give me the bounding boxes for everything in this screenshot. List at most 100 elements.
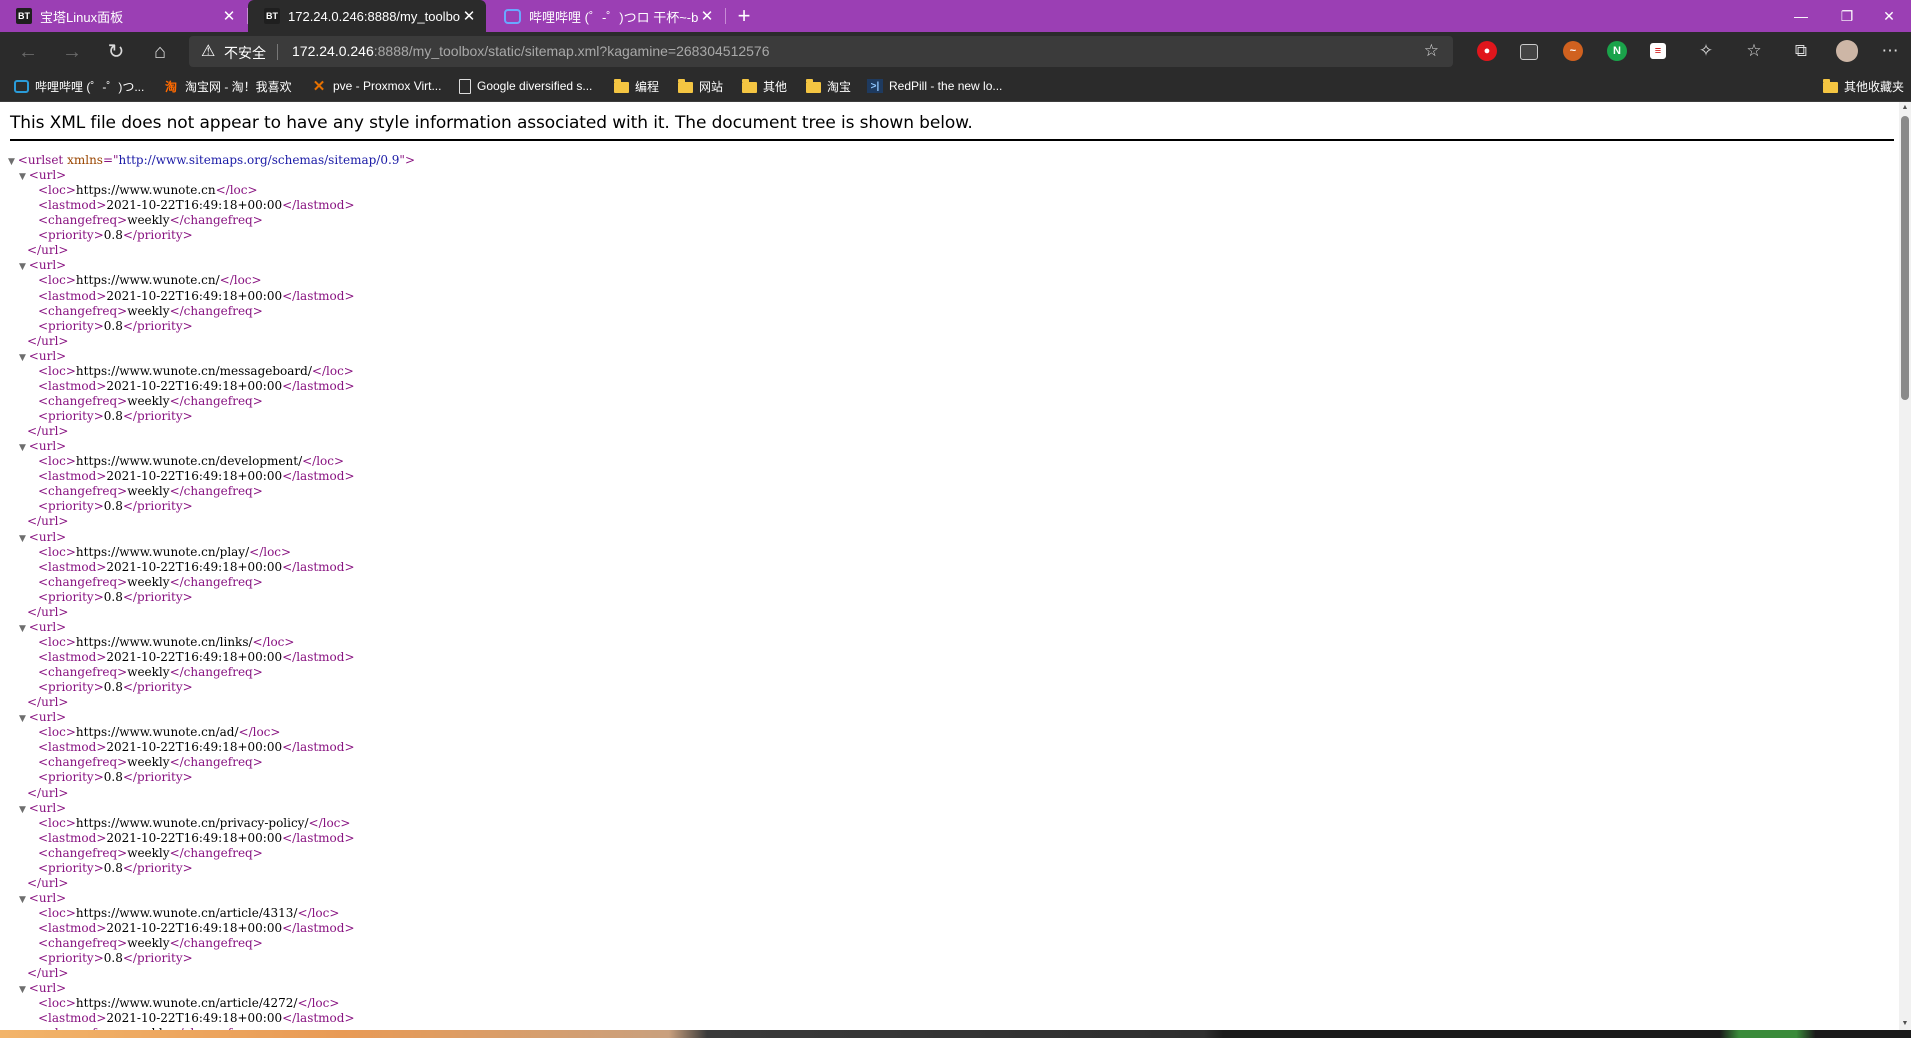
maximize-button[interactable]: ❐ — [1824, 0, 1870, 32]
expand-triangle-icon[interactable]: ▼ — [19, 805, 29, 815]
expand-triangle-icon[interactable]: ▼ — [19, 985, 29, 995]
bookmark-label: Google diversified s... — [477, 79, 593, 93]
xml-tag: </url> — [27, 514, 69, 529]
xml-lastmod-line: <lastmod>2021-10-22T16:49:18+00:00</last… — [38, 740, 355, 755]
xml-tag: <url> — [28, 348, 67, 363]
extension-icon[interactable]: ~ — [1563, 41, 1583, 61]
collections-icon[interactable]: ⧉ — [1789, 39, 1813, 63]
extensions-icon[interactable]: ✧ — [1694, 39, 1718, 63]
bookmark-folder-other[interactable]: 其他 — [741, 71, 787, 101]
extension-icon[interactable] — [1520, 44, 1538, 60]
warning-icon[interactable]: ⚠ — [201, 41, 215, 61]
bilibili-icon — [504, 8, 521, 24]
close-icon[interactable]: ✕ — [698, 7, 716, 25]
address-bar[interactable]: ⚠ 不安全 172.24.0.246:8888/my_toolbox/stati… — [189, 36, 1453, 67]
xml-changefreq-line: <changefreq>weekly</changefreq> — [38, 846, 263, 861]
vertical-scrollbar[interactable]: ▲ ▼ — [1899, 102, 1911, 1030]
minimize-button[interactable]: — — [1778, 0, 1824, 32]
back-button[interactable]: ← — [14, 38, 42, 66]
expand-triangle-icon[interactable]: ▼ — [8, 157, 18, 167]
bookmark-google[interactable]: Google diversified s... — [459, 71, 592, 101]
other-bookmarks[interactable]: 其他收藏夹 — [1822, 71, 1904, 101]
xml-loc-line: <loc>https://www.wunote.cn/article/4313/… — [38, 906, 339, 921]
new-tab-button[interactable]: + — [731, 3, 757, 29]
security-label[interactable]: 不安全 — [224, 43, 266, 63]
xml-url-open: ▼ <url> — [19, 801, 66, 816]
extension-icon[interactable]: ≡ — [1650, 43, 1666, 59]
xml-priority-value: 0.8 — [103, 860, 123, 875]
expand-triangle-icon[interactable]: ▼ — [19, 714, 29, 724]
profile-avatar[interactable] — [1836, 40, 1858, 62]
xml-tag: <loc> — [38, 996, 76, 1011]
xml-tag: </lastmod> — [282, 288, 355, 303]
expand-triangle-icon[interactable]: ▼ — [19, 443, 29, 453]
xml-loc-value: https://www.wunote.cn/article/4272/ — [75, 996, 298, 1011]
bookmark-folder-programming[interactable]: 编程 — [613, 71, 659, 101]
bt-icon: BT — [264, 8, 280, 24]
xml-lastmod-value: 2021-10-22T16:49:18+00:00 — [106, 740, 283, 755]
tab-baota-panel[interactable]: BT 宝塔Linux面板 ✕ — [0, 0, 246, 32]
xml-loc-line: <loc>https://www.wunote.cn/links/</loc> — [38, 635, 294, 650]
xml-tag: <lastmod> — [38, 378, 107, 393]
bookmark-redpill[interactable]: >| RedPill - the new lo... — [867, 71, 1002, 101]
xml-tag: <loc> — [38, 815, 76, 830]
add-favorite-icon[interactable]: ☆ — [1424, 41, 1439, 61]
xml-lastmod-value: 2021-10-22T16:49:18+00:00 — [106, 559, 283, 574]
bookmark-folder-taobao[interactable]: 淘宝 — [805, 71, 851, 101]
expand-triangle-icon[interactable]: ▼ — [19, 353, 29, 363]
xml-tag: </url> — [27, 604, 69, 619]
expand-triangle-icon[interactable]: ▼ — [19, 624, 29, 634]
xml-changefreq-value: weekly — [127, 665, 170, 680]
refresh-button[interactable]: ↻ — [102, 38, 130, 66]
xml-lastmod-line: <lastmod>2021-10-22T16:49:18+00:00</last… — [38, 560, 355, 575]
xml-tag: </changefreq> — [169, 484, 263, 499]
xml-tag: </loc> — [302, 454, 345, 469]
tab-bilibili[interactable]: 哔哩哔哩 (゜-゜)つロ 干杯~-bilibi ✕ — [488, 0, 724, 32]
more-menu-icon[interactable]: ⋯ — [1878, 39, 1902, 63]
expand-triangle-icon[interactable]: ▼ — [19, 172, 29, 182]
scroll-up-icon[interactable]: ▲ — [1899, 102, 1911, 114]
expand-triangle-icon[interactable]: ▼ — [19, 262, 29, 272]
expand-triangle-icon[interactable]: ▼ — [19, 534, 29, 544]
xml-tag: <changefreq> — [38, 574, 128, 589]
bookmark-bilibili[interactable]: 哔哩哔哩 (゜-゜)つ... — [14, 71, 144, 101]
xml-priority-value: 0.8 — [103, 770, 123, 785]
xml-changefreq-value: weekly — [127, 393, 170, 408]
xml-priority-value: 0.8 — [103, 680, 123, 695]
bookmark-label: 其他 — [763, 79, 788, 94]
xml-tag: <loc> — [38, 363, 76, 378]
bookmark-proxmox[interactable]: ✕ pve - Proxmox Virt... — [311, 71, 442, 101]
scrollbar-thumb[interactable] — [1901, 116, 1909, 400]
xml-changefreq-value: weekly — [127, 755, 170, 770]
close-icon[interactable]: ✕ — [220, 7, 238, 25]
xml-priority-value: 0.8 — [103, 951, 123, 966]
xml-lastmod-value: 2021-10-22T16:49:18+00:00 — [106, 830, 283, 845]
bookmark-taobao[interactable]: 淘 淘宝网 - 淘！我喜欢 — [163, 71, 292, 101]
forward-button[interactable]: → — [58, 38, 86, 66]
xml-priority-line: <priority>0.8</priority> — [38, 319, 193, 334]
close-window-button[interactable]: ✕ — [1866, 0, 1911, 32]
home-button[interactable]: ⌂ — [146, 38, 174, 66]
bookmark-folder-websites[interactable]: 网站 — [677, 71, 723, 101]
xml-priority-value: 0.8 — [103, 318, 123, 333]
url-text[interactable]: 172.24.0.246:8888/my_toolbox/static/site… — [292, 43, 770, 59]
xml-tag: </changefreq> — [169, 574, 263, 589]
expand-triangle-icon[interactable]: ▼ — [19, 895, 29, 905]
xml-priority-line: <priority>0.8</priority> — [38, 680, 193, 695]
xml-priority-line: <priority>0.8</priority> — [38, 951, 193, 966]
adblock-extension-icon[interactable]: ● — [1477, 41, 1497, 61]
xml-tag: <lastmod> — [38, 921, 107, 936]
xml-changefreq-line: <changefreq>weekly</changefreq> — [38, 575, 263, 590]
scroll-down-icon[interactable]: ▼ — [1899, 1018, 1911, 1030]
xml-loc-line: <loc>https://www.wunote.cn</loc> — [38, 183, 258, 198]
xml-changefreq-line: <changefreq>weekly</changefreq> — [38, 394, 263, 409]
bilibili-icon — [14, 79, 29, 93]
xml-lastmod-value: 2021-10-22T16:49:18+00:00 — [106, 198, 283, 213]
taobao-icon: 淘 — [164, 79, 177, 94]
xml-tag: <url> — [28, 258, 67, 273]
url-host: 172.24.0.246 — [292, 43, 374, 59]
tab-sitemap[interactable]: BT 172.24.0.246:8888/my_toolbox/st ✕ — [248, 0, 486, 32]
extension-icon[interactable]: N — [1607, 41, 1627, 61]
favorites-icon[interactable]: ☆ — [1742, 39, 1766, 63]
close-icon[interactable]: ✕ — [460, 7, 478, 25]
